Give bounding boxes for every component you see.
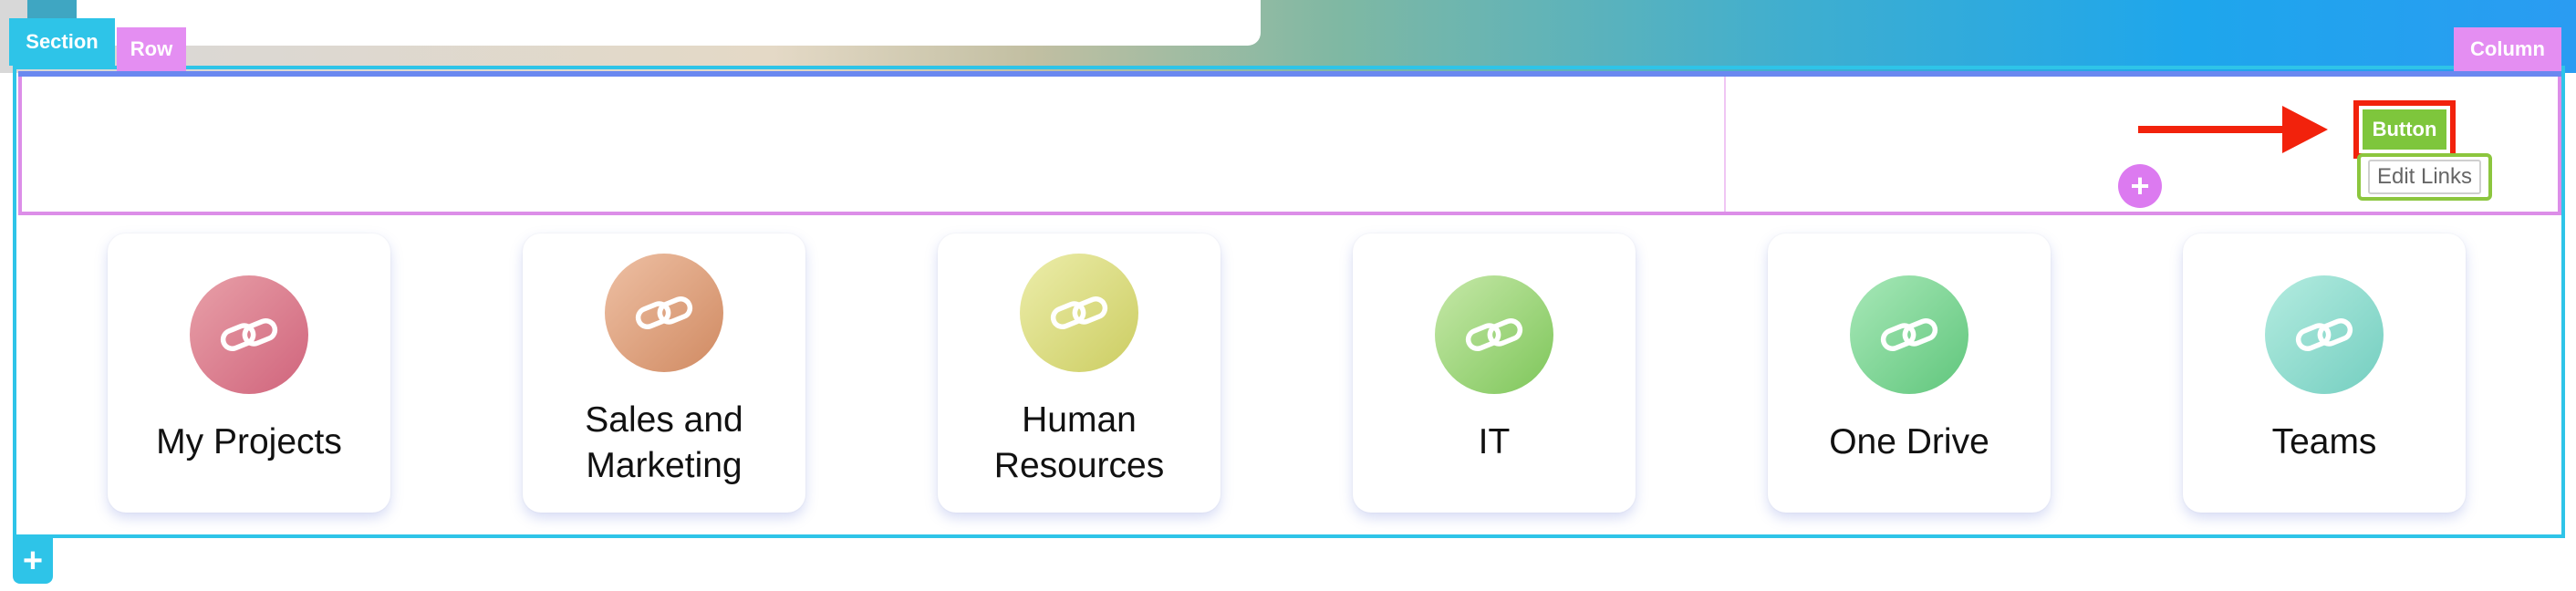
section-tag[interactable]: Section xyxy=(9,18,115,66)
column-divider xyxy=(1724,77,1726,212)
link-icon-circle xyxy=(1435,275,1553,394)
link-icon-circle xyxy=(605,254,723,372)
link-card-title: Human Resources xyxy=(993,400,1165,485)
link-icon xyxy=(2295,317,2353,352)
link-card-teams[interactable]: Teams xyxy=(2183,233,2466,513)
link-card-human-resources[interactable]: Human Resources xyxy=(938,233,1220,513)
column-tag[interactable]: Column xyxy=(2454,27,2561,71)
link-icon xyxy=(220,317,278,352)
link-icon xyxy=(1465,317,1523,352)
link-card-title: Sales and Marketing xyxy=(585,400,743,485)
link-card-my-projects[interactable]: My Projects xyxy=(108,233,390,513)
link-icon-circle xyxy=(1850,275,1968,394)
plus-icon: + xyxy=(2130,167,2150,204)
add-section-button[interactable]: + xyxy=(13,538,53,584)
button-tag[interactable]: Button xyxy=(2363,109,2446,150)
edit-links-button[interactable]: Edit Links xyxy=(2357,153,2492,201)
link-card-title: One Drive xyxy=(1829,422,1989,461)
row-top-border xyxy=(18,71,2561,77)
add-row-button[interactable]: + xyxy=(2118,164,2162,208)
link-card-title: IT xyxy=(1478,422,1511,461)
link-icon-circle xyxy=(2265,275,2384,394)
link-icon xyxy=(1050,296,1108,330)
link-card-sales-and-marketing[interactable]: Sales and Marketing xyxy=(523,233,805,513)
plus-icon: + xyxy=(22,542,44,580)
arrow-pointer-shaft xyxy=(2138,126,2302,133)
edit-links-label: Edit Links xyxy=(2367,160,2482,194)
header-stub xyxy=(27,0,77,20)
row-tag[interactable]: Row xyxy=(117,27,186,71)
link-icon-circle xyxy=(190,275,308,394)
link-icon xyxy=(1880,317,1938,352)
header-panel xyxy=(66,0,1261,46)
row-outline[interactable] xyxy=(18,73,2561,215)
link-icon-circle xyxy=(1020,254,1138,372)
link-card-title: My Projects xyxy=(156,422,342,461)
link-card-one-drive[interactable]: One Drive xyxy=(1768,233,2051,513)
arrow-pointer-head xyxy=(2282,106,2328,153)
link-icon xyxy=(635,296,693,330)
link-card-title: Teams xyxy=(2271,422,2377,461)
link-card-it[interactable]: IT xyxy=(1353,233,1636,513)
